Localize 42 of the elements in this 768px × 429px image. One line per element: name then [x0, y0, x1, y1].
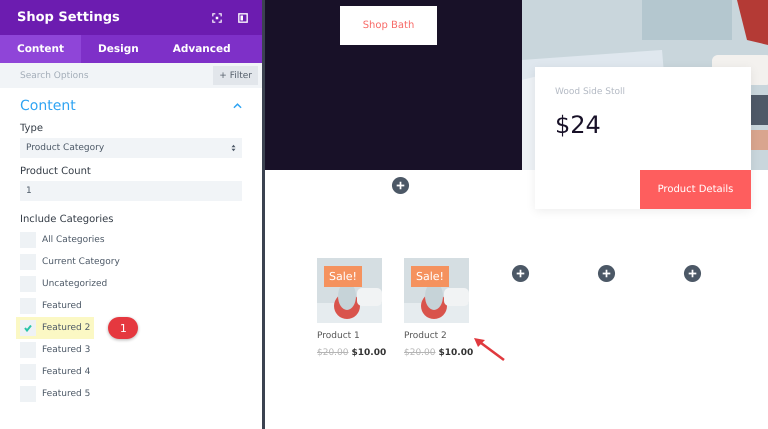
field-label: Type	[20, 123, 44, 134]
old-price: $20.00	[404, 348, 436, 358]
checkbox-item[interactable]: Featured 4	[20, 361, 94, 383]
panel-title: Shop Settings	[17, 10, 121, 25]
add-icon[interactable]	[683, 264, 702, 283]
checkbox-item[interactable]: Featured	[20, 295, 86, 317]
field-label: Include Categories	[20, 214, 114, 225]
sort-icon	[231, 144, 236, 152]
product-price: $24	[555, 111, 602, 139]
tab[interactable]: Design	[81, 35, 156, 63]
search-field[interactable]: Search Options	[0, 70, 214, 82]
add-icon[interactable]	[511, 264, 530, 283]
old-price: $20.00	[317, 348, 348, 358]
sale-price: $10.00	[438, 348, 474, 358]
checkbox-item[interactable]: Current Category	[20, 251, 124, 273]
checkbox-item[interactable]: Featured 5	[20, 383, 94, 405]
add-icon[interactable]	[391, 176, 410, 195]
section-title: Content	[20, 98, 76, 114]
chevron-icon[interactable]	[233, 103, 242, 109]
sale-badge: Sale!	[324, 266, 362, 287]
sale-badge: Sale!	[411, 266, 449, 287]
callout-badge: 1	[108, 317, 138, 339]
checkbox-item[interactable]: All Categories	[20, 229, 109, 251]
type-select[interactable]: Product Category	[20, 138, 242, 158]
product-name[interactable]: Product 2	[404, 331, 469, 341]
tab[interactable]: Advanced	[156, 35, 248, 63]
checkbox[interactable]	[20, 320, 36, 336]
checkbox-item[interactable]: Featured 3	[20, 339, 94, 361]
product-name: Wood Side Stoll	[555, 87, 626, 97]
expand-icon[interactable]	[212, 12, 222, 22]
sidebar-icon[interactable]	[238, 12, 248, 22]
checkbox-item[interactable]: Uncategorized	[20, 273, 112, 295]
field-label: Product Count	[20, 166, 92, 177]
search-bar[interactable]: Search Options + Filter	[0, 63, 262, 88]
filter-button[interactable]: + Filter	[213, 66, 258, 85]
product-name[interactable]: Product 1	[317, 331, 382, 341]
tab[interactable]: Content	[0, 35, 82, 63]
count-field[interactable]: 1	[20, 181, 242, 201]
checkbox-item[interactable]: Featured 2	[16, 317, 94, 339]
check-icon	[23, 323, 33, 333]
sale-price: $10.00	[352, 348, 386, 358]
add-icon[interactable]	[597, 264, 616, 283]
